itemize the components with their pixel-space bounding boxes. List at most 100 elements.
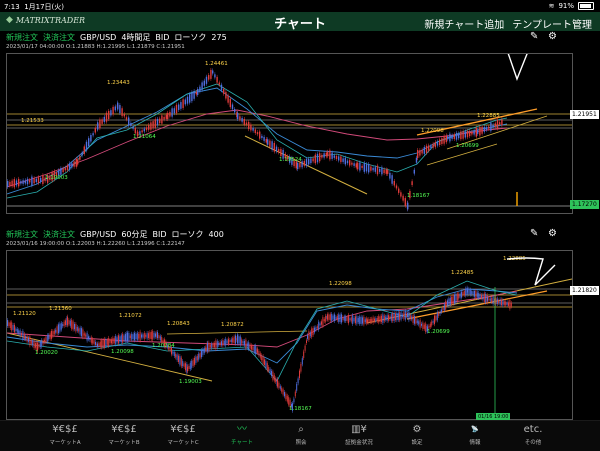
candle — [85, 141, 88, 151]
candle — [173, 352, 175, 357]
tab-inquiry[interactable]: ⌕ 照会 — [272, 422, 330, 450]
chart2-timeframe-select[interactable]: 60分足 — [121, 229, 147, 240]
add-chart-button[interactable]: 新規チャート追加 — [424, 16, 504, 31]
candle — [419, 150, 421, 156]
chart1-type-select[interactable]: ローソク — [174, 32, 206, 43]
candle — [197, 89, 199, 95]
candle — [208, 75, 210, 80]
chart1-new-order-button[interactable]: 新規注文 — [6, 32, 38, 43]
candle — [28, 337, 29, 342]
candle — [293, 398, 295, 403]
candle — [288, 397, 290, 405]
candle — [388, 315, 389, 321]
candle — [169, 111, 171, 117]
candle — [365, 164, 368, 172]
candle — [374, 167, 376, 172]
candle — [502, 299, 504, 306]
candle — [404, 198, 406, 206]
candle — [351, 162, 353, 165]
chart2-new-order-button[interactable]: 新規注文 — [6, 229, 38, 240]
candle — [443, 303, 445, 311]
chart2-gear-icon[interactable]: ⚙ — [548, 228, 557, 239]
candle — [301, 358, 303, 365]
candle — [78, 328, 80, 332]
candle — [66, 165, 69, 171]
candle — [508, 302, 509, 306]
candle — [265, 138, 267, 143]
candle — [403, 312, 405, 319]
candle — [381, 167, 383, 175]
chart2-pair-select[interactable]: GBP/USD — [80, 230, 116, 239]
candle — [88, 138, 90, 147]
tab-other[interactable]: etc. その他 — [504, 422, 562, 450]
template-manage-button[interactable]: テンプレート管理 — [512, 16, 592, 31]
candle — [432, 320, 434, 323]
candle — [112, 337, 114, 344]
chart2-side-select[interactable]: BID — [153, 230, 167, 239]
candle — [230, 339, 232, 343]
wifi-icon: ≋ — [548, 2, 555, 10]
candle — [123, 114, 125, 117]
candle — [209, 344, 211, 348]
candle — [362, 317, 363, 324]
chart-panel-1: 新規注文 決済注文 GBP/USD 4時間足 BID ローソク 275 2023… — [3, 31, 599, 214]
candle — [460, 131, 462, 140]
chart1-gear-icon[interactable]: ⚙ — [548, 31, 557, 42]
chart1-pencil-icon[interactable]: ✎ — [530, 31, 538, 42]
candle — [75, 158, 77, 167]
candle — [342, 316, 344, 321]
candle — [262, 356, 264, 364]
chart2-type-select[interactable]: ローソク — [172, 229, 204, 240]
tab-settings[interactable]: ⚙ 設定 — [388, 422, 446, 450]
candle — [97, 122, 99, 130]
candle — [18, 178, 20, 187]
candle — [340, 156, 342, 163]
candle — [492, 124, 494, 127]
candle — [400, 312, 402, 320]
tab-market-b[interactable]: ¥€$£ マーケットB — [95, 422, 153, 450]
chart2-label-g: 1.20284 — [152, 343, 175, 349]
candle — [308, 158, 310, 165]
candle — [63, 321, 65, 327]
candle — [129, 335, 131, 339]
tab-chart[interactable]: 〰チャート — [213, 422, 271, 450]
candle — [339, 314, 341, 322]
candle — [434, 315, 435, 325]
tab-market-a[interactable]: ¥€$£ マーケットA — [36, 422, 94, 450]
candle — [423, 324, 425, 329]
chart1-settle-order-button[interactable]: 決済注文 — [43, 32, 75, 43]
chart2-pencil-icon[interactable]: ✎ — [530, 228, 538, 239]
chart2-plot[interactable]: 1.21120 1.21360 1.20020 1.21072 1.20098 … — [6, 250, 573, 420]
chart2-settle-order-button[interactable]: 決済注文 — [43, 229, 75, 240]
candle — [385, 316, 387, 320]
chart1-side-select[interactable]: BID — [155, 33, 169, 42]
candle — [482, 294, 484, 300]
candle — [159, 336, 161, 341]
candle — [18, 330, 20, 334]
candle — [336, 315, 338, 321]
candle — [31, 176, 33, 186]
candle — [357, 162, 359, 170]
candle — [195, 356, 197, 363]
chart1-label-d: 1.21064 — [133, 134, 156, 140]
tab-news[interactable]: 📡 情報 — [446, 422, 504, 450]
candle — [248, 121, 250, 130]
candle — [92, 338, 94, 344]
candle — [263, 136, 265, 141]
chart2-count-select[interactable]: 400 — [209, 230, 224, 239]
candle — [85, 334, 87, 337]
candle — [333, 155, 335, 158]
chart1-count-select[interactable]: 275 — [211, 33, 226, 42]
candle — [429, 323, 431, 327]
chart1-timeframe-select[interactable]: 4時間足 — [121, 32, 150, 43]
candle — [441, 138, 443, 145]
candle — [379, 316, 381, 322]
tab-market-c[interactable]: ¥€$£ マーケットC — [154, 422, 212, 450]
chart1-pair-select[interactable]: GBP/USD — [80, 33, 116, 42]
chart1-plot[interactable]: 1.24461 1.23443 1.21533 1.21064 1.19003 … — [6, 53, 573, 214]
candle — [71, 163, 73, 168]
candle — [212, 70, 214, 74]
candle — [55, 329, 57, 333]
tab-margin[interactable]: ▥¥ 証拠金状況 — [330, 422, 388, 450]
tab-label: マーケットB — [108, 440, 140, 446]
